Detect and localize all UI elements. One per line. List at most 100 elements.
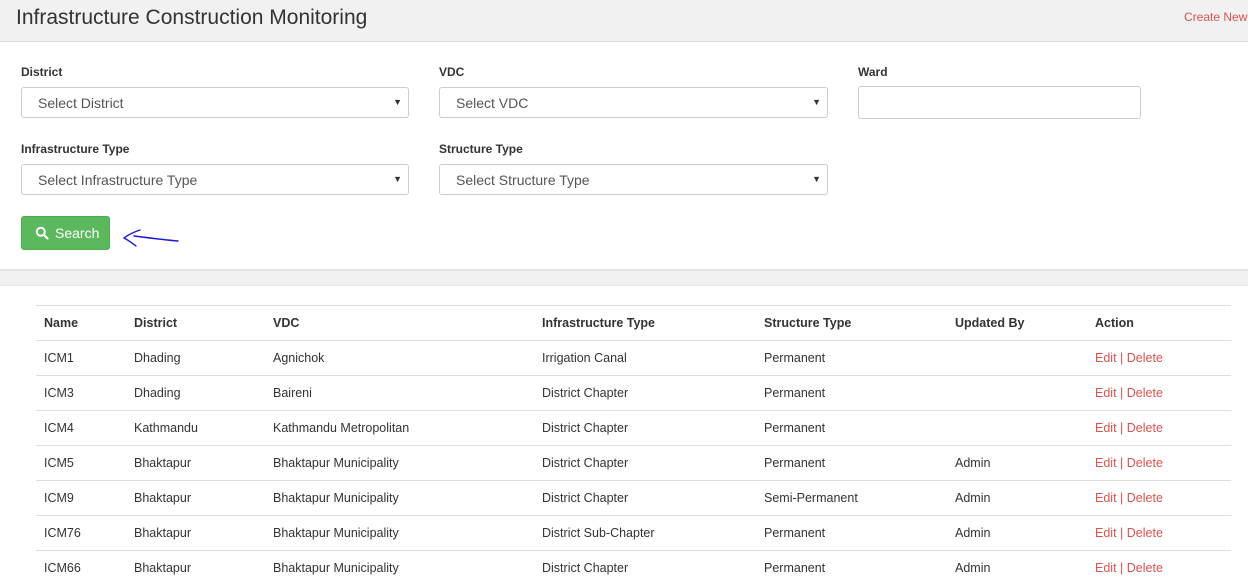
action-separator: |	[1120, 526, 1123, 540]
cell-name: ICM1	[36, 341, 126, 376]
structure-type-select-value: Select Structure Type	[456, 172, 590, 188]
cell-action: Edit | Delete	[1087, 516, 1231, 551]
cell-district: Bhaktapur	[126, 481, 265, 516]
delete-link[interactable]: Delete	[1127, 561, 1163, 575]
cell-vdc: Bhaktapur Municipality	[265, 516, 534, 551]
cell-action: Edit | Delete	[1087, 481, 1231, 516]
cell-updated-by: Admin	[947, 551, 1087, 585]
delete-link[interactable]: Delete	[1127, 421, 1163, 435]
cell-district: Dhading	[126, 376, 265, 411]
cell-structure-type: Permanent	[756, 341, 947, 376]
vdc-label: VDC	[439, 65, 464, 79]
cell-vdc: Bhaktapur Municipality	[265, 446, 534, 481]
cell-infrastructure-type: District Chapter	[534, 446, 756, 481]
district-select[interactable]: Select District ▼	[21, 87, 409, 118]
infrastructure-type-select-value: Select Infrastructure Type	[38, 172, 197, 188]
action-separator: |	[1120, 561, 1123, 575]
cell-district: Bhaktapur	[126, 551, 265, 585]
cell-action: Edit | Delete	[1087, 341, 1231, 376]
cell-district: Bhaktapur	[126, 446, 265, 481]
table-row: ICM1 Dhading Agnichok Irrigation Canal P…	[36, 341, 1231, 376]
ward-label: Ward	[858, 65, 888, 79]
search-icon	[35, 226, 49, 240]
table-row: ICM9 Bhaktapur Bhaktapur Municipality Di…	[36, 481, 1231, 516]
delete-link[interactable]: Delete	[1127, 351, 1163, 365]
delete-link[interactable]: Delete	[1127, 456, 1163, 470]
page-header: Infrastructure Construction Monitoring C…	[0, 0, 1248, 42]
action-separator: |	[1120, 351, 1123, 365]
page-title: Infrastructure Construction Monitoring	[16, 6, 367, 30]
cell-district: Kathmandu	[126, 411, 265, 446]
caret-down-icon: ▼	[812, 97, 821, 107]
action-separator: |	[1120, 421, 1123, 435]
edit-link[interactable]: Edit	[1095, 526, 1117, 540]
cell-infrastructure-type: Irrigation Canal	[534, 341, 756, 376]
caret-down-icon: ▼	[393, 97, 402, 107]
cell-updated-by	[947, 341, 1087, 376]
table-row: ICM4 Kathmandu Kathmandu Metropolitan Di…	[36, 411, 1231, 446]
district-select-value: Select District	[38, 95, 124, 111]
search-button-label: Search	[55, 225, 99, 241]
cell-structure-type: Permanent	[756, 551, 947, 585]
column-header-district: District	[126, 306, 265, 341]
cell-name: ICM9	[36, 481, 126, 516]
cell-infrastructure-type: District Chapter	[534, 481, 756, 516]
cell-structure-type: Permanent	[756, 446, 947, 481]
delete-link[interactable]: Delete	[1127, 491, 1163, 505]
column-header-updated-by: Updated By	[947, 306, 1087, 341]
action-separator: |	[1120, 456, 1123, 470]
column-header-vdc: VDC	[265, 306, 534, 341]
section-divider	[0, 270, 1248, 286]
cell-structure-type: Permanent	[756, 376, 947, 411]
create-new-link[interactable]: Create New	[1184, 10, 1247, 24]
filter-panel	[0, 42, 1248, 270]
caret-down-icon: ▼	[393, 174, 402, 184]
cell-structure-type: Permanent	[756, 411, 947, 446]
cell-updated-by: Admin	[947, 481, 1087, 516]
table-row: ICM76 Bhaktapur Bhaktapur Municipality D…	[36, 516, 1231, 551]
cell-infrastructure-type: District Chapter	[534, 551, 756, 585]
table-row: ICM66 Bhaktapur Bhaktapur Municipality D…	[36, 551, 1231, 585]
cell-updated-by: Admin	[947, 516, 1087, 551]
structure-type-label: Structure Type	[439, 142, 523, 156]
ward-input[interactable]	[858, 86, 1141, 119]
infrastructure-type-label: Infrastructure Type	[21, 142, 129, 156]
results-table: Name District VDC Infrastructure Type St…	[36, 305, 1231, 585]
cell-name: ICM3	[36, 376, 126, 411]
table-header-row: Name District VDC Infrastructure Type St…	[36, 306, 1231, 341]
cell-vdc: Kathmandu Metropolitan	[265, 411, 534, 446]
cell-action: Edit | Delete	[1087, 551, 1231, 585]
column-header-name: Name	[36, 306, 126, 341]
edit-link[interactable]: Edit	[1095, 561, 1117, 575]
search-button[interactable]: Search	[21, 216, 110, 250]
edit-link[interactable]: Edit	[1095, 386, 1117, 400]
action-separator: |	[1120, 386, 1123, 400]
cell-vdc: Agnichok	[265, 341, 534, 376]
vdc-select[interactable]: Select VDC ▼	[439, 87, 828, 118]
cell-vdc: Bhaktapur Municipality	[265, 551, 534, 585]
edit-link[interactable]: Edit	[1095, 491, 1117, 505]
column-header-infrastructure-type: Infrastructure Type	[534, 306, 756, 341]
cell-name: ICM66	[36, 551, 126, 585]
cell-vdc: Baireni	[265, 376, 534, 411]
edit-link[interactable]: Edit	[1095, 421, 1117, 435]
delete-link[interactable]: Delete	[1127, 386, 1163, 400]
cell-structure-type: Permanent	[756, 516, 947, 551]
cell-district: Dhading	[126, 341, 265, 376]
delete-link[interactable]: Delete	[1127, 526, 1163, 540]
district-label: District	[21, 65, 62, 79]
cell-name: ICM76	[36, 516, 126, 551]
cell-name: ICM5	[36, 446, 126, 481]
cell-name: ICM4	[36, 411, 126, 446]
cell-updated-by	[947, 411, 1087, 446]
infrastructure-type-select[interactable]: Select Infrastructure Type ▼	[21, 164, 409, 195]
cell-infrastructure-type: District Chapter	[534, 376, 756, 411]
cell-action: Edit | Delete	[1087, 411, 1231, 446]
edit-link[interactable]: Edit	[1095, 456, 1117, 470]
cell-action: Edit | Delete	[1087, 376, 1231, 411]
caret-down-icon: ▼	[812, 174, 821, 184]
cell-structure-type: Semi-Permanent	[756, 481, 947, 516]
edit-link[interactable]: Edit	[1095, 351, 1117, 365]
cell-infrastructure-type: District Sub-Chapter	[534, 516, 756, 551]
structure-type-select[interactable]: Select Structure Type ▼	[439, 164, 828, 195]
